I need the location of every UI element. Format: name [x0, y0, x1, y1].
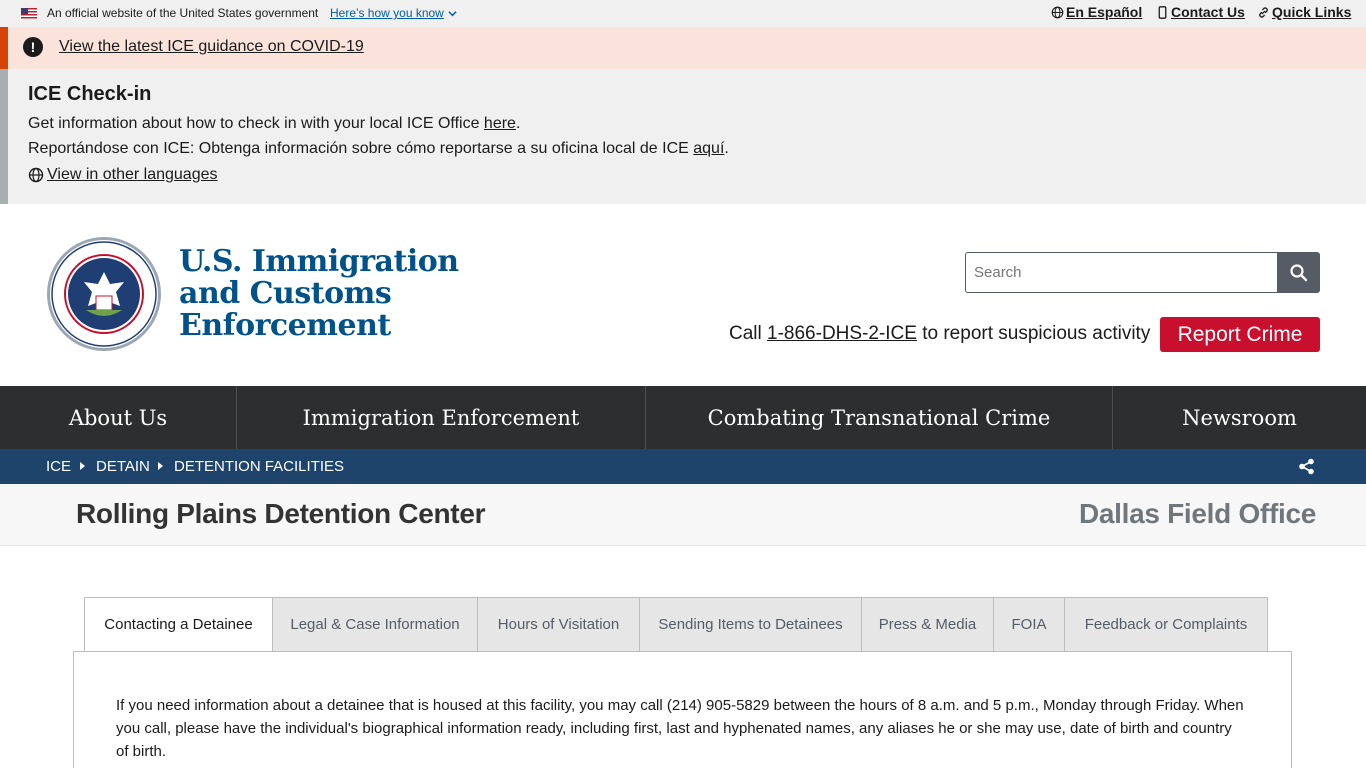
gov-banner: An official website of the United States… [0, 0, 1366, 27]
phone-icon [1158, 5, 1167, 19]
tab-legal-case-information[interactable]: Legal & Case Information [273, 597, 478, 652]
contact-detainee-paragraph: If you need information about a detainee… [116, 697, 1244, 760]
other-languages-link[interactable]: View in other languages [28, 166, 218, 184]
tip-line-phone-link[interactable]: 1-866-DHS-2-ICE [767, 323, 917, 344]
en-espanol-label: En Español [1066, 4, 1143, 20]
search-input[interactable] [965, 252, 1278, 293]
facility-title-bar: Rolling Plains Detention Center Dallas F… [0, 484, 1366, 546]
breadcrumb-separator-icon [158, 462, 163, 470]
breadcrumb-ice[interactable]: ICE [46, 458, 71, 475]
dhs-seal-logo[interactable] [46, 236, 162, 352]
tab-panel: If you need information about a detainee… [73, 651, 1292, 768]
search-button[interactable] [1277, 252, 1320, 293]
nav-immigration-enforcement[interactable]: Immigration Enforcement [237, 386, 646, 449]
nav-combating-transnational-crime[interactable]: Combating Transnational Crime [646, 386, 1113, 449]
globe-icon [28, 167, 44, 183]
globe-icon [1051, 6, 1064, 18]
ice-checkin-notice: ICE Check-in Get information about how t… [0, 69, 1366, 204]
breadcrumb: ICE DETAIN DETENTION FACILITIES [0, 449, 1366, 484]
checkin-here-link[interactable]: here [484, 115, 516, 132]
tab-press-media[interactable]: Press & Media [862, 597, 994, 652]
en-espanol-link[interactable]: En Español [1051, 4, 1142, 20]
breadcrumb-separator-icon [80, 462, 85, 470]
facility-tabs: Contacting a Detainee Legal & Case Infor… [84, 597, 1268, 652]
checkin-aqui-link[interactable]: aquí [693, 140, 724, 157]
official-site-text: An official website of the United States… [47, 6, 319, 20]
covid-alert: ! View the latest ICE guidance on COVID-… [0, 27, 1366, 69]
covid-guidance-link[interactable]: View the latest ICE guidance on COVID-19 [59, 38, 364, 56]
nav-about-us[interactable]: About Us [0, 386, 237, 449]
tab-foia[interactable]: FOIA [994, 597, 1065, 652]
link-icon [1259, 6, 1268, 18]
quick-links-link[interactable]: Quick Links [1257, 4, 1351, 20]
exclamation-icon: ! [23, 37, 43, 57]
report-call-line: Call 1-866-DHS-2-ICE to report suspiciou… [729, 323, 1151, 344]
share-icon[interactable] [1298, 458, 1315, 475]
nav-newsroom[interactable]: Newsroom [1113, 386, 1366, 449]
checkin-title: ICE Check-in [28, 83, 152, 105]
report-crime-button[interactable]: Report Crime [1160, 317, 1320, 352]
how-you-know-link[interactable]: Here’s how you know [330, 6, 444, 20]
contact-us-label: Contact Us [1171, 4, 1245, 20]
quick-links-label: Quick Links [1272, 4, 1352, 20]
contact-us-link[interactable]: Contact Us [1156, 4, 1245, 20]
us-flag-icon [21, 8, 37, 19]
search-icon [1289, 263, 1307, 281]
tab-feedback-complaints[interactable]: Feedback or Complaints [1065, 597, 1268, 652]
checkin-english: Get information about how to check in wi… [28, 115, 521, 132]
main-navigation: About Us Immigration Enforcement Combati… [0, 386, 1366, 449]
tab-sending-items[interactable]: Sending Items to Detainees [640, 597, 862, 652]
breadcrumb-detention-facilities[interactable]: DETENTION FACILITIES [174, 458, 344, 475]
agency-name-logo[interactable]: U.S. Immigration and Customs Enforcement [179, 246, 459, 342]
field-office-name: Dallas Field Office [1078, 498, 1316, 529]
tab-hours-of-visitation[interactable]: Hours of Visitation [478, 597, 640, 652]
breadcrumb-detain[interactable]: DETAIN [96, 458, 150, 475]
checkin-spanish: Reportándose con ICE: Obtenga informació… [28, 140, 729, 157]
tab-contacting-a-detainee[interactable]: Contacting a Detainee [84, 597, 273, 652]
chevron-down-icon[interactable] [448, 9, 457, 18]
page-title: Rolling Plains Detention Center [76, 498, 486, 529]
